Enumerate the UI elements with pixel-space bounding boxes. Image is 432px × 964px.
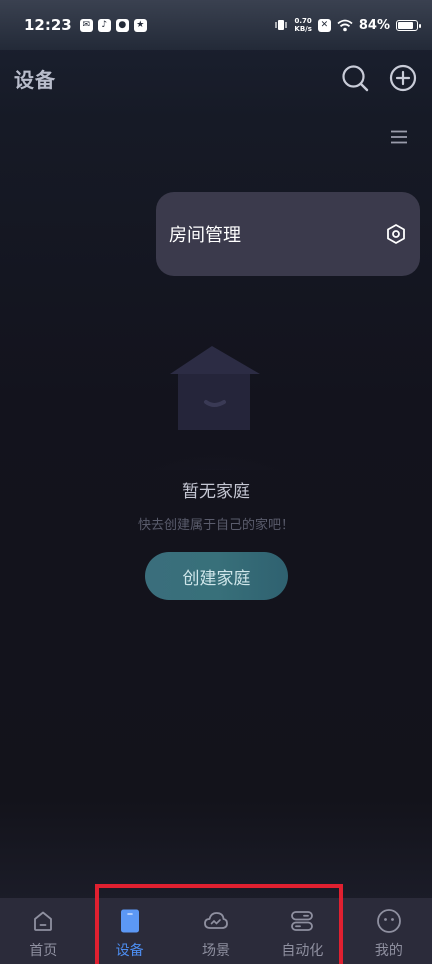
status-bar: 12:23 ✉ ♪ ● ★ 0.70 KB/s ✕ 84% — [0, 0, 432, 50]
battery-level-fill — [398, 21, 414, 29]
battery-percent: 84% — [358, 17, 390, 33]
profile-icon — [376, 908, 402, 934]
scene-icon — [203, 908, 229, 934]
wifi-icon — [337, 19, 353, 31]
mail-notification-icon: ✉ — [79, 18, 93, 32]
app-header: 设备 — [0, 52, 432, 104]
tab-devices-label: 设备 — [115, 943, 144, 959]
page-title: 设备 — [14, 67, 56, 92]
status-time: 12:23 — [24, 16, 72, 34]
notification-icons: ✉ ♪ ● ★ — [79, 18, 147, 32]
tab-scenes[interactable]: 场景 — [173, 898, 259, 964]
hamburger-icon — [391, 130, 407, 144]
empty-state-subtitle: 快去创建属于自己的家吧！ — [137, 518, 294, 533]
list-menu-button[interactable] — [388, 126, 410, 148]
room-management-label: 房间管理 — [169, 225, 241, 246]
home-icon — [30, 908, 56, 934]
empty-home-illustration — [120, 340, 310, 522]
battery-icon — [396, 19, 421, 31]
tiktok-notification-icon: ♪ — [97, 18, 111, 32]
tab-automation-label: 自动化 — [281, 943, 324, 959]
vibrate-icon — [275, 20, 287, 30]
status-right: 0.70 KB/s ✕ 84% — [274, 17, 421, 33]
no-sim-icon: ✕ — [317, 18, 331, 32]
app-notification-icon: ● — [115, 18, 129, 32]
bottom-tab-bar: 首页 设备 场景 自动化 我的 — [0, 898, 432, 964]
network-speed: 0.70 KB/s — [294, 17, 312, 33]
tab-scenes-label: 场景 — [202, 943, 231, 959]
settings-hexagon-icon — [384, 222, 408, 246]
tab-profile-label: 我的 — [374, 943, 403, 959]
tab-home-label: 首页 — [29, 943, 58, 959]
tab-home[interactable]: 首页 — [0, 898, 86, 964]
tab-devices[interactable]: 设备 — [86, 898, 172, 964]
add-circle-icon — [389, 64, 417, 92]
empty-state-title: 暂无家庭 — [182, 482, 250, 502]
app-screen: 12:23 ✉ ♪ ● ★ 0.70 KB/s ✕ 84% 设备 房间管理 暂无… — [0, 0, 432, 964]
add-button[interactable] — [388, 63, 418, 93]
room-management-item[interactable]: 房间管理 — [156, 192, 420, 276]
tab-profile[interactable]: 我的 — [346, 898, 432, 964]
automation-icon — [289, 908, 315, 934]
search-button[interactable] — [340, 63, 370, 93]
header-actions — [340, 63, 418, 93]
tab-automation[interactable]: 自动化 — [259, 898, 345, 964]
device-icon — [117, 908, 143, 934]
search-icon — [342, 65, 369, 92]
create-home-button[interactable]: 创建家庭 — [145, 552, 288, 600]
star-notification-icon: ★ — [133, 18, 147, 32]
